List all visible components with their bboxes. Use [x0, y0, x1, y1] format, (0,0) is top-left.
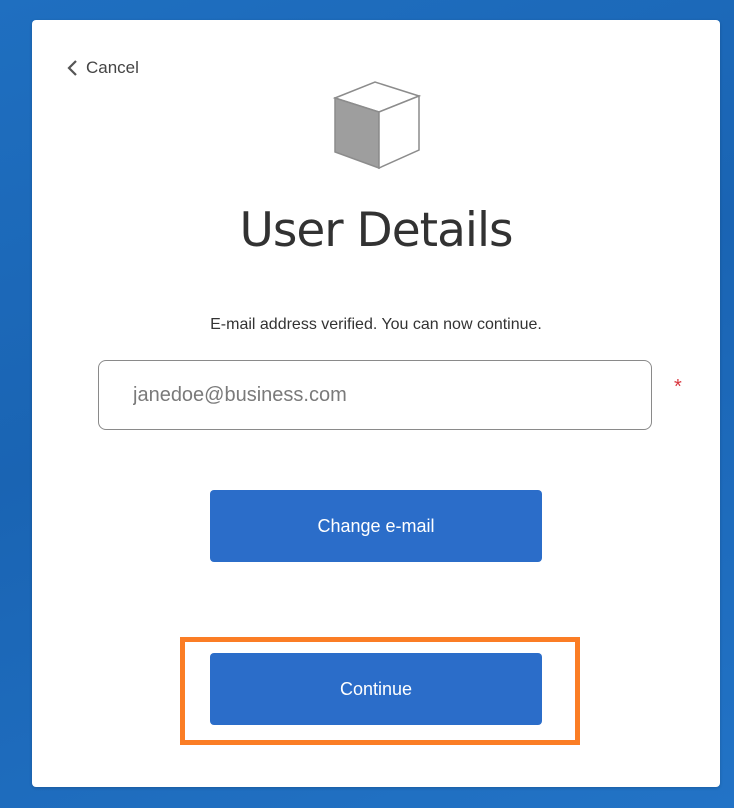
user-details-card: Cancel User Details E-mail address verif… — [32, 20, 720, 787]
email-field[interactable] — [98, 360, 652, 430]
required-indicator: * — [674, 376, 682, 398]
cancel-link[interactable]: Cancel — [66, 58, 139, 78]
continue-button[interactable]: Continue — [210, 653, 542, 725]
cube-icon — [327, 78, 423, 175]
page-title: User Details — [239, 203, 513, 258]
change-email-button[interactable]: Change e-mail — [210, 490, 542, 562]
verification-message: E-mail address verified. You can now con… — [210, 316, 542, 333]
chevron-left-icon — [66, 59, 78, 77]
cancel-label: Cancel — [86, 58, 139, 77]
